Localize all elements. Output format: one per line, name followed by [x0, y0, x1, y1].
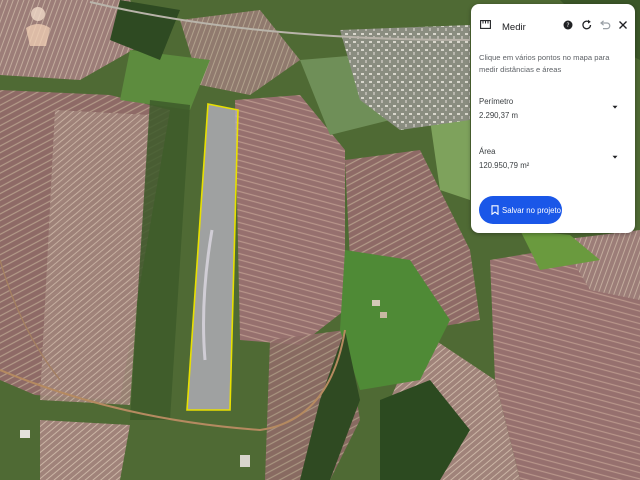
close-icon[interactable] [616, 18, 630, 32]
save-to-project-button[interactable]: Salvar no projeto [479, 196, 562, 224]
measure-panel: Medir ? Clique em vários pontos no mapa … [471, 4, 635, 233]
logo-mark [26, 7, 50, 46]
help-icon[interactable]: ? [561, 18, 575, 32]
area-value: 120.950,79 m² [479, 161, 530, 170]
measure-panel-header: Medir ? [471, 4, 635, 46]
measure-panel-title: Medir [502, 22, 526, 33]
redo-icon[interactable] [598, 18, 612, 32]
ruler-icon [480, 20, 491, 29]
area-label: Área [479, 147, 496, 156]
bookmark-icon [491, 205, 499, 215]
measure-instructions: Clique em vários pontos no mapa para med… [479, 53, 610, 74]
svg-text:?: ? [566, 22, 569, 29]
perimeter-value: 2.290,37 m [479, 111, 519, 120]
perimeter-label: Perímetro [479, 97, 514, 106]
perimeter-units-dropdown-icon[interactable] [611, 103, 619, 111]
area-units-dropdown-icon[interactable] [611, 153, 619, 161]
save-to-project-label: Salvar no projeto [502, 206, 561, 215]
undo-icon[interactable] [580, 18, 594, 32]
